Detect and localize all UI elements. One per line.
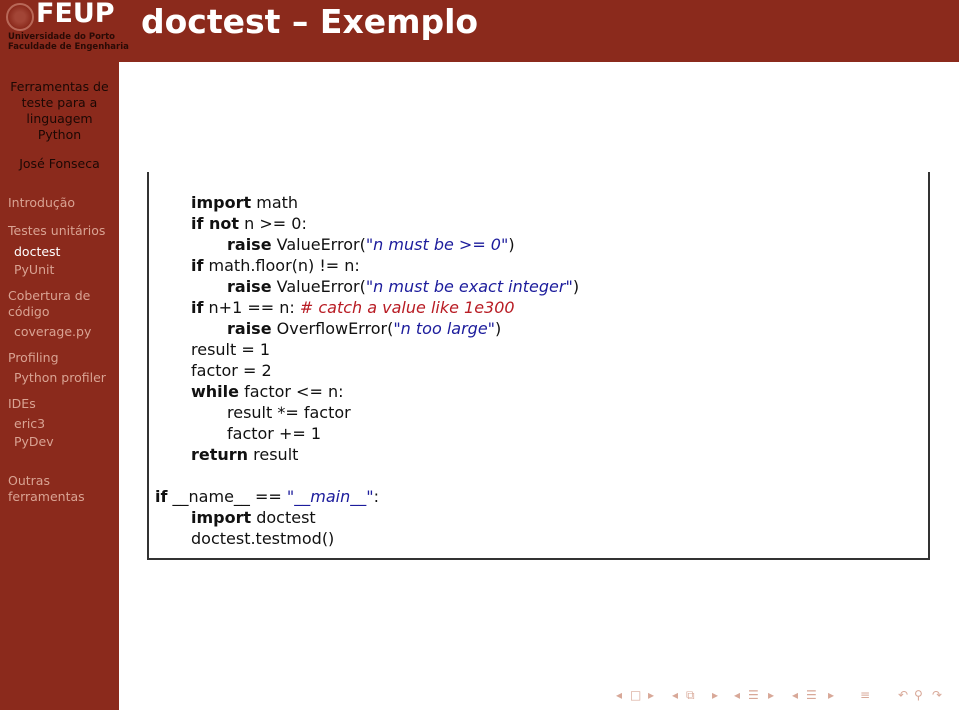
code-text: n >= 0: (239, 214, 307, 233)
code-keyword: raise (227, 235, 272, 254)
sidebar-item-outras-cont[interactable]: ferramentas (8, 489, 85, 505)
code-line: if n+1 == n: # catch a value like 1e300 (191, 297, 515, 318)
prev-subsection-icon[interactable]: ◂ (734, 688, 740, 702)
code-keyword: import (191, 193, 252, 212)
sidebar-item-doctest[interactable]: doctest (14, 244, 60, 260)
sidebar-item-python-profiler[interactable]: Python profiler (14, 370, 106, 386)
next-frame-icon[interactable]: ▸ (648, 688, 654, 702)
code-line: factor = 2 (191, 360, 272, 381)
sidebar-item-testes-unitarios[interactable]: Testes unitários (8, 223, 105, 239)
code-text: ) (495, 319, 502, 338)
code-text: ) (572, 277, 580, 296)
code-line: if __name__ == "__main__": (155, 486, 379, 507)
logo-text: FEUP (36, 0, 115, 29)
sidebar-item-eric3[interactable]: eric3 (14, 416, 45, 432)
code-string: "n must be exact integer" (365, 277, 573, 296)
prev-slide-icon[interactable]: ◂ (672, 688, 678, 702)
next-section-icon[interactable]: ▸ (828, 688, 834, 702)
code-line: result *= factor (227, 402, 351, 423)
university-seal-icon (6, 3, 34, 31)
header-bar: FEUP Universidade do Porto Faculdade de … (0, 0, 959, 62)
code-string: "__main__" (286, 487, 374, 506)
code-line: raise ValueError("n must be >= 0") (227, 234, 515, 255)
code-keyword: raise (227, 319, 272, 338)
code-keyword: raise (227, 277, 272, 296)
code-keyword: import (191, 508, 252, 527)
logo-university: Universidade do Porto (8, 32, 116, 42)
subsection-icon[interactable]: ☰ (748, 688, 759, 702)
sidebar-item-introducao[interactable]: Introdução (8, 195, 75, 211)
code-text: doctest (251, 508, 316, 527)
search-icon[interactable]: ⚲ (914, 688, 923, 702)
code-line: import math (191, 192, 298, 213)
code-text: result (248, 445, 299, 464)
sidebar-item-outras[interactable]: Outras (8, 473, 50, 489)
code-text: result *= factor (227, 403, 351, 422)
frame-icon[interactable]: □ (630, 688, 641, 702)
code-keyword: if (155, 487, 168, 506)
next-subsection-icon[interactable]: ▸ (768, 688, 774, 702)
back-icon[interactable]: ↶ (898, 688, 908, 702)
presentation-title-line: Ferramentas de (10, 79, 109, 94)
code-text: OverflowError( (271, 319, 394, 338)
code-line: import doctest (191, 507, 316, 528)
code-line: return result (191, 444, 298, 465)
sidebar-item-ides[interactable]: IDEs (8, 396, 36, 412)
slide-icon[interactable]: ⧉ (686, 688, 695, 703)
feup-logo: FEUP Universidade do Porto Faculdade de … (4, 0, 129, 52)
prev-frame-icon[interactable]: ◂ (616, 688, 622, 702)
code-string: "n too large" (393, 319, 496, 338)
code-text: __name__ == (167, 487, 287, 506)
code-line: doctest.testmod() (191, 528, 334, 549)
code-line: if math.floor(n) != n: (191, 255, 360, 276)
code-line: raise ValueError("n must be exact intege… (227, 276, 579, 297)
toc-icon[interactable]: ≡ (860, 688, 870, 702)
sidebar-item-pyunit[interactable]: PyUnit (14, 262, 54, 278)
presentation-title-line: teste para a (21, 95, 98, 110)
code-line: result = 1 (191, 339, 270, 360)
code-keyword: if not (191, 214, 240, 233)
slide-title: doctest – Exemplo (141, 2, 479, 41)
code-line: if not n >= 0: (191, 213, 307, 234)
code-text: doctest.testmod() (191, 529, 335, 548)
code-line: factor += 1 (227, 423, 321, 444)
code-keyword: return (191, 445, 249, 464)
code-text: math (251, 193, 299, 212)
code-text: result = 1 (191, 340, 271, 359)
author[interactable]: José Fonseca (0, 156, 119, 171)
logo-faculty: Faculdade de Engenharia (8, 42, 129, 52)
sidebar-item-coverage-py[interactable]: coverage.py (14, 324, 91, 340)
sidebar-item-cobertura[interactable]: Cobertura de (8, 288, 90, 304)
prev-section-icon[interactable]: ◂ (792, 688, 798, 702)
presentation-title-line: Python (37, 127, 82, 142)
code-keyword: if (191, 298, 204, 317)
code-text: ValueError( (271, 277, 366, 296)
sidebar-item-cobertura-cont[interactable]: código (8, 304, 50, 320)
presentation-title[interactable]: Ferramentas de teste para a linguagem Py… (0, 79, 119, 143)
sidebar-item-pydev[interactable]: PyDev (14, 434, 54, 450)
code-text: factor += 1 (227, 424, 322, 443)
forward-icon[interactable]: ↷ (932, 688, 942, 702)
code-text: ValueError( (271, 235, 366, 254)
sidebar-item-profiling[interactable]: Profiling (8, 350, 59, 366)
code-text: n+1 == n: (203, 298, 300, 317)
code-string: "n must be >= 0" (365, 235, 509, 254)
section-icon[interactable]: ☰ (806, 688, 817, 702)
code-comment: # catch a value like 1e300 (299, 298, 515, 317)
presentation-title-line: linguagem (26, 111, 93, 126)
code-text: math.floor(n) != n: (203, 256, 360, 275)
next-slide-icon[interactable]: ▸ (712, 688, 718, 702)
code-text: : (373, 487, 379, 506)
code-text: factor <= n: (239, 382, 344, 401)
code-line: raise OverflowError("n too large") (227, 318, 501, 339)
code-text: ) (508, 235, 515, 254)
code-text: factor = 2 (191, 361, 272, 380)
code-keyword: if (191, 256, 204, 275)
code-keyword: while (191, 382, 239, 401)
code-line: while factor <= n: (191, 381, 343, 402)
